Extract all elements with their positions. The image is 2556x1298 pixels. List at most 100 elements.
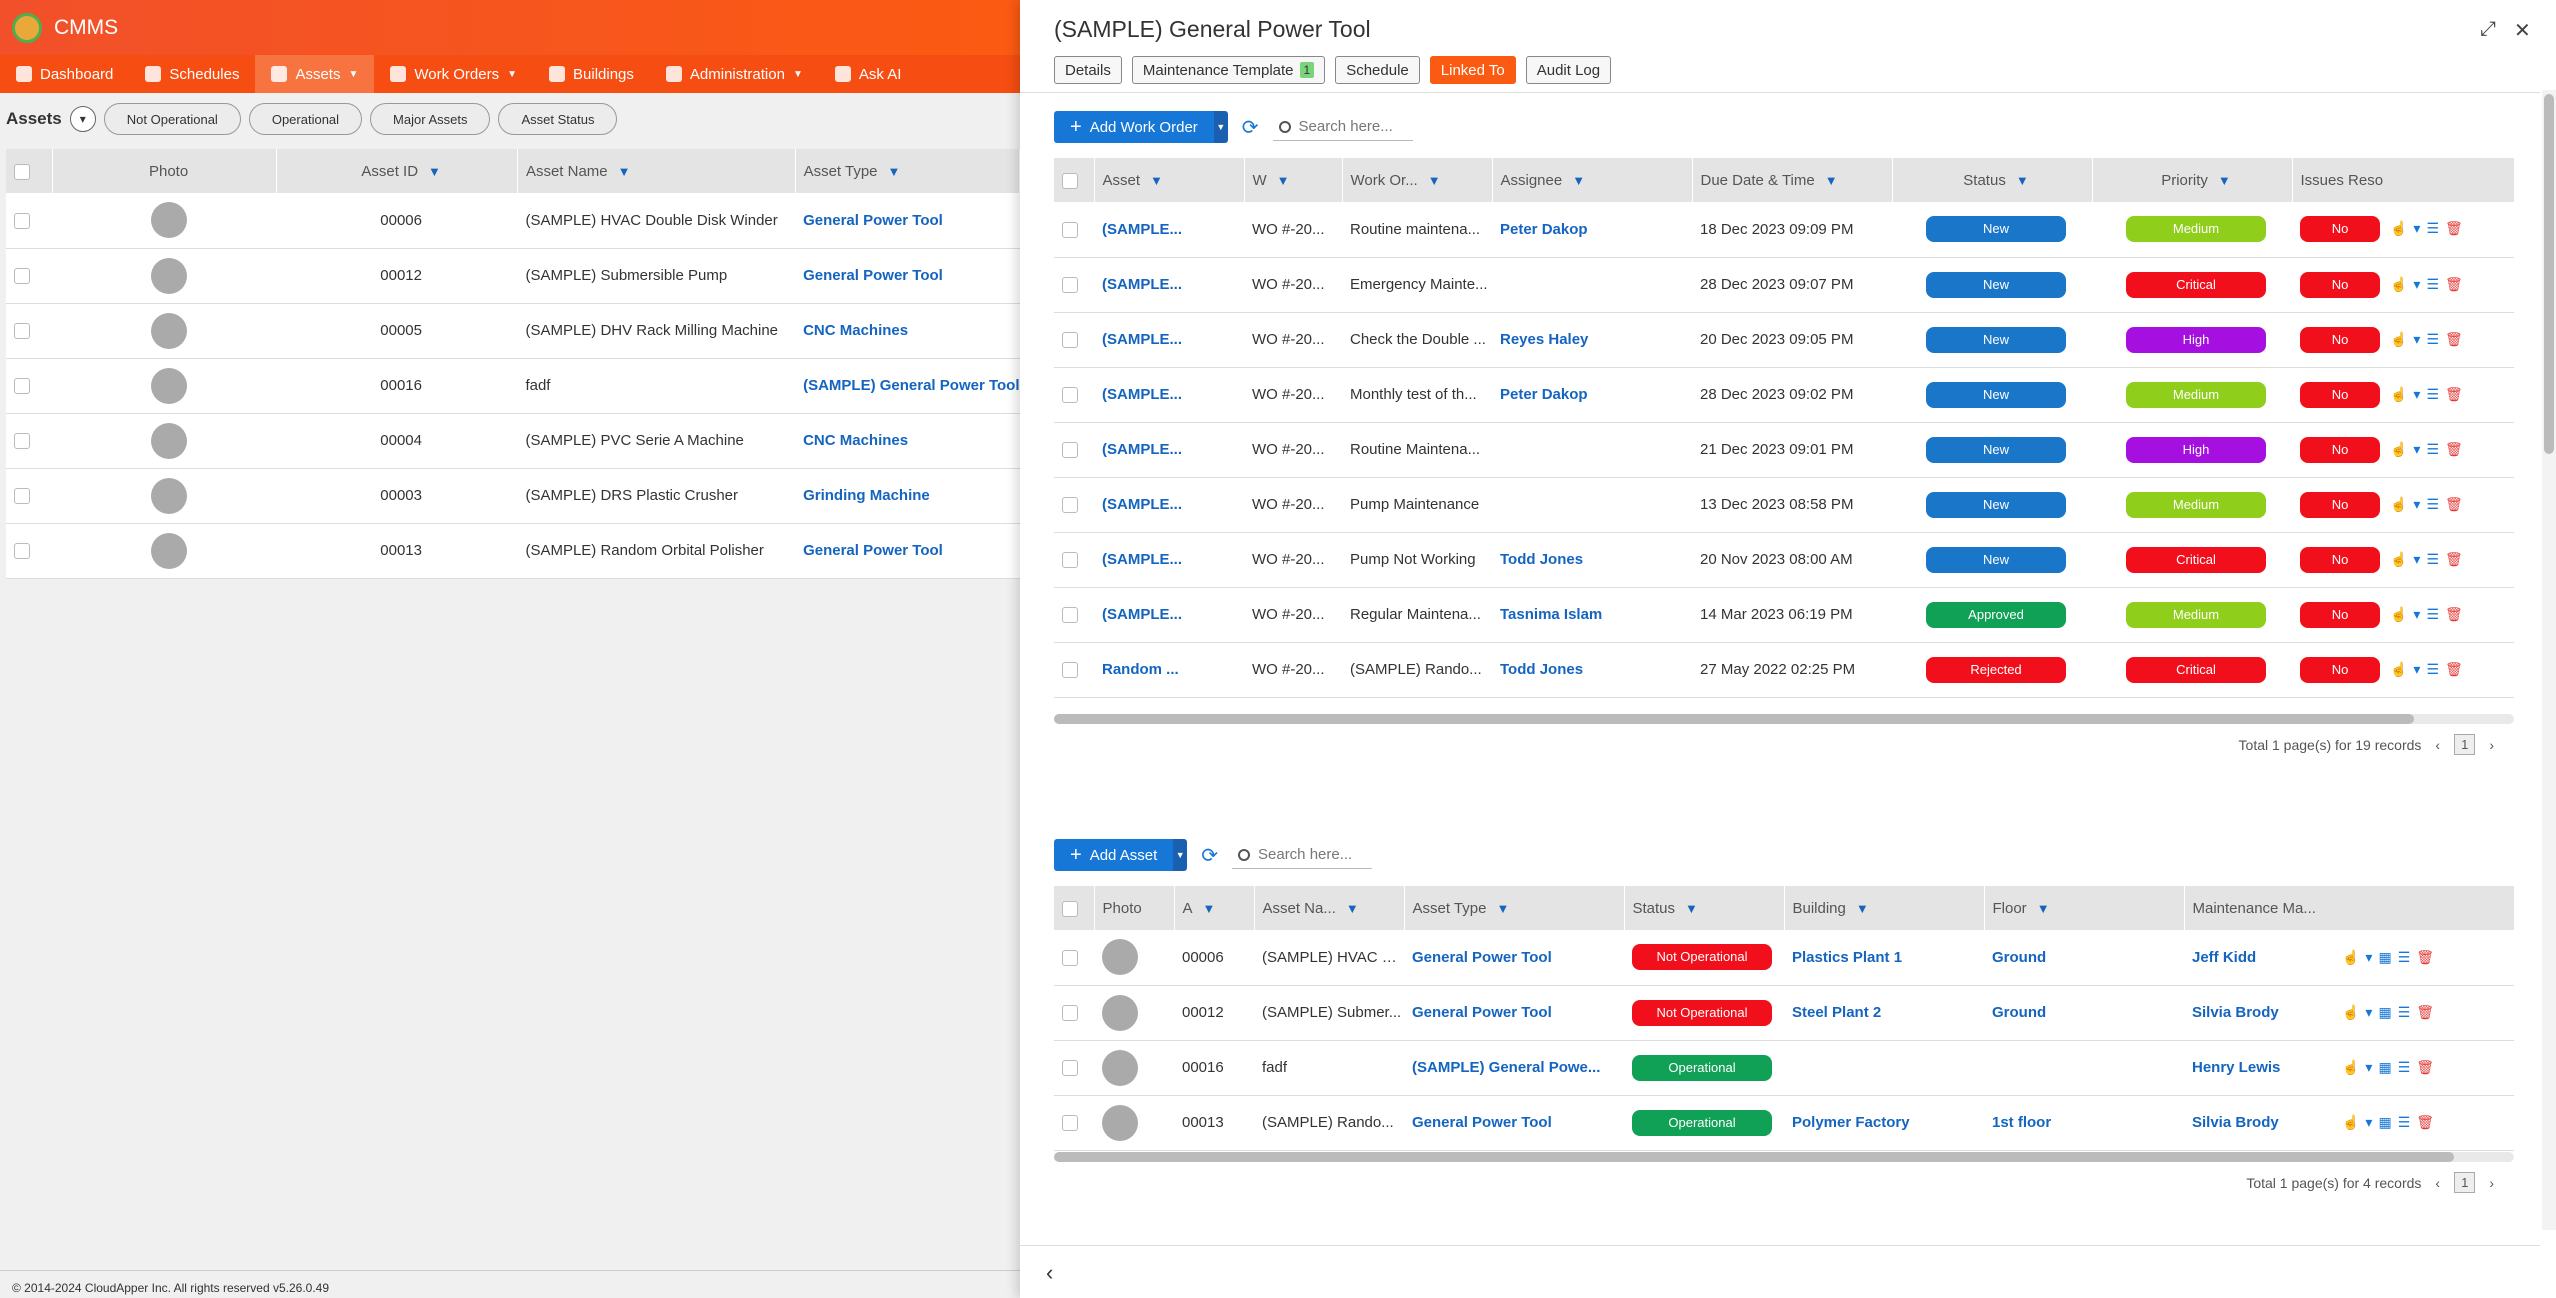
column-asset-id[interactable]: Asset ID ▼	[276, 149, 518, 193]
column-asset-name[interactable]: Asset Na... ▼	[1254, 886, 1405, 930]
details-icon[interactable]: ☰	[2426, 606, 2445, 622]
table-row[interactable]: 00006 (SAMPLE) HVAC D... General Power Too…	[1054, 930, 2514, 986]
back-arrow-icon[interactable]: ‹	[1046, 1260, 1053, 1286]
calendar-icon[interactable]: ▦	[2378, 949, 2397, 965]
wo-asset-link[interactable]: (SAMPLE...	[1094, 202, 1244, 258]
table-row[interactable]: 00013 (SAMPLE) Random Orbital Polisher Gen…	[6, 523, 1020, 579]
chevron-down-icon[interactable]: ▾	[69, 106, 96, 132]
table-row[interactable]: (SAMPLE... WO #-20... Pump Maintenance 13 D…	[1054, 477, 2514, 533]
table-row[interactable]: (SAMPLE... WO #-20... Check the Double ...…	[1054, 312, 2514, 368]
work-order-search-input[interactable]: Search here...	[1272, 113, 1413, 141]
table-row[interactable]: 00003 (SAMPLE) DRS Plastic Crusher Grindin…	[6, 468, 1020, 524]
table-row[interactable]: (SAMPLE... WO #-20... Routine maintena... P…	[1054, 202, 2514, 258]
column-status[interactable]: Status ▼	[1624, 886, 1785, 930]
filter-icon[interactable]: ▼	[1496, 901, 1509, 916]
asset-type-link[interactable]: General Power Tool	[1404, 1095, 1624, 1151]
wo-asset-link[interactable]: (SAMPLE...	[1094, 257, 1244, 313]
maintenance-manager-link[interactable]: Henry Lewis	[2192, 1059, 2342, 1076]
nav-ask-ai[interactable]: Ask AI	[819, 55, 918, 93]
hand-icon[interactable]: ☝▾	[2390, 331, 2426, 347]
delete-icon[interactable]: 🗑	[2445, 496, 2469, 512]
nav-schedules[interactable]: Schedules	[129, 55, 255, 93]
table-row[interactable]: 00005 (SAMPLE) DHV Rack Milling Machine CN…	[6, 303, 1020, 359]
column-issues-resolved[interactable]: Issues Reso	[2292, 158, 2515, 202]
next-page-icon[interactable]: ›	[2489, 737, 2494, 753]
tab-maintenance-template[interactable]: Maintenance Template 1	[1131, 56, 1326, 84]
row-checkbox[interactable]	[1062, 387, 1078, 404]
delete-icon[interactable]: 🗑	[2445, 606, 2469, 622]
wo-asset-link[interactable]: (SAMPLE...	[1094, 477, 1244, 533]
maintenance-manager-link[interactable]: Jeff Kidd	[2192, 949, 2342, 966]
details-icon[interactable]: ☰	[2426, 551, 2445, 567]
row-checkbox[interactable]	[14, 543, 30, 560]
calendar-icon[interactable]: ▦	[2378, 1004, 2397, 1020]
select-all-checkbox[interactable]	[14, 163, 30, 180]
tab-details[interactable]: Details	[1054, 56, 1122, 84]
column-asset-type[interactable]: Asset Type ▼	[1404, 886, 1625, 930]
tab-audit-log[interactable]: Audit Log	[1525, 56, 1612, 84]
row-checkbox[interactable]	[1062, 607, 1078, 624]
scrollbar-thumb[interactable]	[1054, 1152, 2454, 1162]
hand-icon[interactable]: ☝▾	[2342, 1004, 2378, 1020]
table-row[interactable]: (SAMPLE... WO #-20... Monthly test of th..…	[1054, 367, 2514, 423]
row-checkbox[interactable]	[1062, 332, 1078, 349]
delete-icon[interactable]: 🗑	[2445, 276, 2469, 292]
building-link[interactable]: Polymer Factory	[1784, 1095, 1984, 1151]
prev-page-icon[interactable]: ‹	[2435, 1175, 2440, 1191]
maintenance-manager-link[interactable]: Silvia Brody	[2192, 1004, 2342, 1021]
table-row[interactable]: (SAMPLE... WO #-20... Pump Not Working Todd…	[1054, 532, 2514, 588]
hand-icon[interactable]: ☝▾	[2342, 1059, 2378, 1075]
nav-buildings[interactable]: Buildings	[533, 55, 650, 93]
wo-assignee-link[interactable]: Todd Jones	[1492, 532, 1692, 588]
asset-search-input[interactable]: Search here...	[1232, 841, 1372, 869]
filter-icon[interactable]: ▼	[1825, 173, 1838, 188]
row-checkbox[interactable]	[14, 433, 30, 450]
filter-asset-status[interactable]: Asset Status	[498, 103, 618, 135]
filter-icon[interactable]: ▼	[2037, 901, 2050, 916]
column-wo-number[interactable]: W ▼	[1244, 158, 1343, 202]
row-checkbox[interactable]	[1062, 662, 1078, 679]
asset-type-link[interactable]: General Power Tool	[795, 523, 1020, 579]
details-icon[interactable]: ☰	[2426, 441, 2445, 457]
filter-icon[interactable]: ▼	[618, 164, 631, 179]
wo-assignee-link[interactable]	[1492, 257, 1692, 313]
next-page-icon[interactable]: ›	[2489, 1175, 2494, 1191]
refresh-icon[interactable]: ⟳	[1201, 843, 1218, 868]
details-icon[interactable]: ☰	[2426, 331, 2445, 347]
filter-major-assets[interactable]: Major Assets	[370, 103, 491, 135]
wo-assignee-link[interactable]: Todd Jones	[1492, 642, 1692, 698]
filter-icon[interactable]: ▼	[1203, 901, 1216, 916]
row-checkbox[interactable]	[1062, 221, 1078, 238]
asset-type-link[interactable]: (SAMPLE) General Power Tool	[795, 358, 1020, 414]
details-icon[interactable]: ☰	[2398, 1004, 2417, 1020]
table-row[interactable]: 00012 (SAMPLE) Submer... General Power Too…	[1054, 985, 2514, 1041]
details-icon[interactable]: ☰	[2426, 661, 2445, 677]
row-checkbox[interactable]	[1062, 1005, 1078, 1022]
nav-assets[interactable]: Assets ▼	[255, 55, 375, 93]
scrollbar-thumb[interactable]	[2544, 94, 2554, 454]
chevron-down-icon[interactable]: ▼	[1173, 839, 1188, 871]
nav-work-orders[interactable]: Work Orders ▼	[374, 55, 533, 93]
wo-asset-link[interactable]: (SAMPLE...	[1094, 532, 1244, 588]
details-icon[interactable]: ☰	[2398, 1059, 2417, 1075]
hand-icon[interactable]: ☝▾	[2390, 441, 2426, 457]
details-icon[interactable]: ☰	[2426, 220, 2445, 236]
assets-horizontal-scrollbar[interactable]	[1054, 1152, 2514, 1162]
filter-icon[interactable]: ▼	[1150, 173, 1163, 188]
details-icon[interactable]: ☰	[2426, 496, 2445, 512]
asset-type-link[interactable]: CNC Machines	[795, 413, 1020, 469]
asset-type-link[interactable]: General Power Tool	[795, 193, 1020, 249]
calendar-icon[interactable]: ▦	[2378, 1059, 2397, 1075]
add-asset-button[interactable]: + Add Asset	[1054, 839, 1174, 871]
hand-icon[interactable]: ☝▾	[2390, 276, 2426, 292]
row-checkbox[interactable]	[1062, 552, 1078, 569]
delete-icon[interactable]: 🗑	[2416, 1114, 2440, 1130]
wo-asset-link[interactable]: (SAMPLE...	[1094, 422, 1244, 478]
table-row[interactable]: (SAMPLE... WO #-20... Routine Maintena... 2…	[1054, 422, 2514, 478]
maintenance-manager-link[interactable]: Silvia Brody	[2192, 1114, 2342, 1131]
wo-assignee-link[interactable]: Reyes Haley	[1492, 312, 1692, 368]
filter-icon[interactable]: ▼	[2016, 173, 2029, 188]
filter-icon[interactable]: ▼	[1856, 901, 1869, 916]
tab-linked-to[interactable]: Linked To	[1429, 56, 1516, 84]
row-checkbox[interactable]	[1062, 277, 1078, 294]
